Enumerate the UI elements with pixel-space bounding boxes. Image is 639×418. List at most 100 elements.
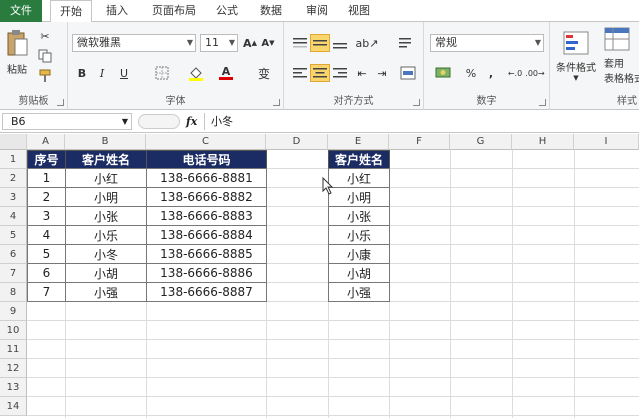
table-header-cell[interactable]: 电话号码 [146,150,267,169]
row-header-11[interactable]: 11 [0,340,27,359]
borders-button[interactable] [150,64,174,82]
list-cell[interactable]: 小乐 [328,225,390,245]
font-color-button[interactable]: A [214,64,238,82]
table-cell[interactable]: 2 [27,187,66,207]
decrease-indent-button[interactable]: ⇤ [352,64,372,82]
copy-button[interactable] [36,48,54,64]
paste-button[interactable]: 粘贴 [4,26,30,78]
row-header-1[interactable]: 1 [0,150,27,169]
phonetic-button[interactable]: 变 [252,64,276,82]
cut-button[interactable]: ✂ [36,28,54,44]
column-header-c[interactable]: C [146,134,266,150]
table-cell[interactable]: 3 [27,206,66,226]
percent-button[interactable]: % [462,64,480,82]
column-header-h[interactable]: H [512,134,574,150]
column-header-g[interactable]: G [450,134,512,150]
table-header-cell[interactable]: 客户姓名 [65,150,147,169]
row-header-6[interactable]: 6 [0,245,27,264]
bold-button[interactable]: B [74,64,90,82]
bottom-align-button[interactable] [330,34,350,52]
row-header-13[interactable]: 13 [0,378,27,397]
list-cell[interactable]: 小康 [328,244,390,264]
number-launcher[interactable] [539,99,546,106]
table-cell[interactable]: 138-6666-8882 [146,187,267,207]
table-cell[interactable]: 138-6666-8886 [146,263,267,283]
accounting-format-button[interactable] [430,64,456,82]
row-header-4[interactable]: 4 [0,207,27,226]
comma-style-button[interactable]: , [482,64,500,82]
row-header-14[interactable]: 14 [0,397,27,416]
insert-function-button[interactable]: fx [186,113,202,130]
column-header-b[interactable]: B [65,134,146,150]
table-cell[interactable]: 小胡 [65,263,147,283]
tab-data[interactable]: 数据 [252,0,290,22]
fill-color-button[interactable] [184,64,208,82]
row-header-5[interactable]: 5 [0,226,27,245]
list-cell[interactable]: 小张 [328,206,390,226]
column-header-f[interactable]: F [389,134,450,150]
table-cell[interactable]: 小乐 [65,225,147,245]
table-cell[interactable]: 7 [27,282,66,302]
increase-decimal-button[interactable]: ←.0 [506,64,524,82]
table-cell[interactable]: 138-6666-8881 [146,168,267,188]
table-cell[interactable]: 小冬 [65,244,147,264]
alignment-launcher[interactable] [413,99,420,106]
row-header-2[interactable]: 2 [0,169,27,188]
middle-align-button[interactable] [310,34,330,52]
table-cell[interactable]: 6 [27,263,66,283]
table-cell[interactable]: 5 [27,244,66,264]
formula-cancel-enter-buttons[interactable] [138,114,180,129]
underline-button[interactable]: U [114,64,134,82]
tab-insert[interactable]: 插入 [98,0,136,22]
table-cell[interactable]: 138-6666-8884 [146,225,267,245]
grow-font-button[interactable]: A ▲ [242,34,258,52]
font-size-select[interactable]: 11 ▼ [200,34,238,52]
row-header-10[interactable]: 10 [0,321,27,340]
list-cell[interactable]: 小强 [328,282,390,302]
wrap-text-button[interactable] [396,34,416,52]
row-header-12[interactable]: 12 [0,359,27,378]
align-left-button[interactable] [290,64,310,82]
align-center-button[interactable] [310,64,330,82]
tab-page-layout[interactable]: 页面布局 [142,0,206,22]
column-header-d[interactable]: D [266,134,328,150]
column-header-a[interactable]: A [27,134,65,150]
font-launcher[interactable] [273,99,280,106]
tab-review[interactable]: 审阅 [298,0,336,22]
select-all-corner[interactable] [0,134,27,150]
clipboard-launcher[interactable] [57,99,64,106]
list-cell[interactable]: 小红 [328,168,390,188]
row-header-3[interactable]: 3 [0,188,27,207]
table-header-cell[interactable]: 序号 [27,150,66,169]
row-header-7[interactable]: 7 [0,264,27,283]
row-header-8[interactable]: 8 [0,283,27,302]
tab-formulas[interactable]: 公式 [208,0,246,22]
column-header-e[interactable]: E [328,134,389,150]
table-cell[interactable]: 4 [27,225,66,245]
name-box[interactable]: B6 ▼ [2,113,132,130]
column-header-i[interactable]: I [574,134,639,150]
increase-indent-button[interactable]: ⇥ [372,64,392,82]
font-name-select[interactable]: 微软雅黑 ▼ [72,34,196,52]
format-painter-button[interactable] [36,68,54,84]
orientation-button[interactable]: ab↗ [354,34,380,52]
table-cell[interactable]: 138-6666-8887 [146,282,267,302]
merge-center-button[interactable] [396,64,420,82]
table-cell[interactable]: 138-6666-8883 [146,206,267,226]
table-cell[interactable]: 小张 [65,206,147,226]
list-cell[interactable]: 小明 [328,187,390,207]
tab-file[interactable]: 文件 [0,0,42,22]
conditional-formatting-button[interactable]: 条件格式 ▼ [552,24,600,88]
tab-view[interactable]: 视图 [340,0,378,22]
tab-home[interactable]: 开始 [50,0,92,23]
row-header-9[interactable]: 9 [0,302,27,321]
list-cell[interactable]: 小胡 [328,263,390,283]
number-format-select[interactable]: 常规 ▼ [430,34,544,52]
worksheet-grid[interactable]: A B C D E F G H I 1 2 3 4 5 6 7 8 9 10 1… [0,134,639,418]
italic-button[interactable]: I [94,64,110,82]
formula-input[interactable]: 小冬 [204,113,637,130]
table-cell[interactable]: 小强 [65,282,147,302]
table-cell[interactable]: 小明 [65,187,147,207]
table-cell[interactable]: 小红 [65,168,147,188]
shrink-font-button[interactable]: A ▼ [260,34,276,52]
